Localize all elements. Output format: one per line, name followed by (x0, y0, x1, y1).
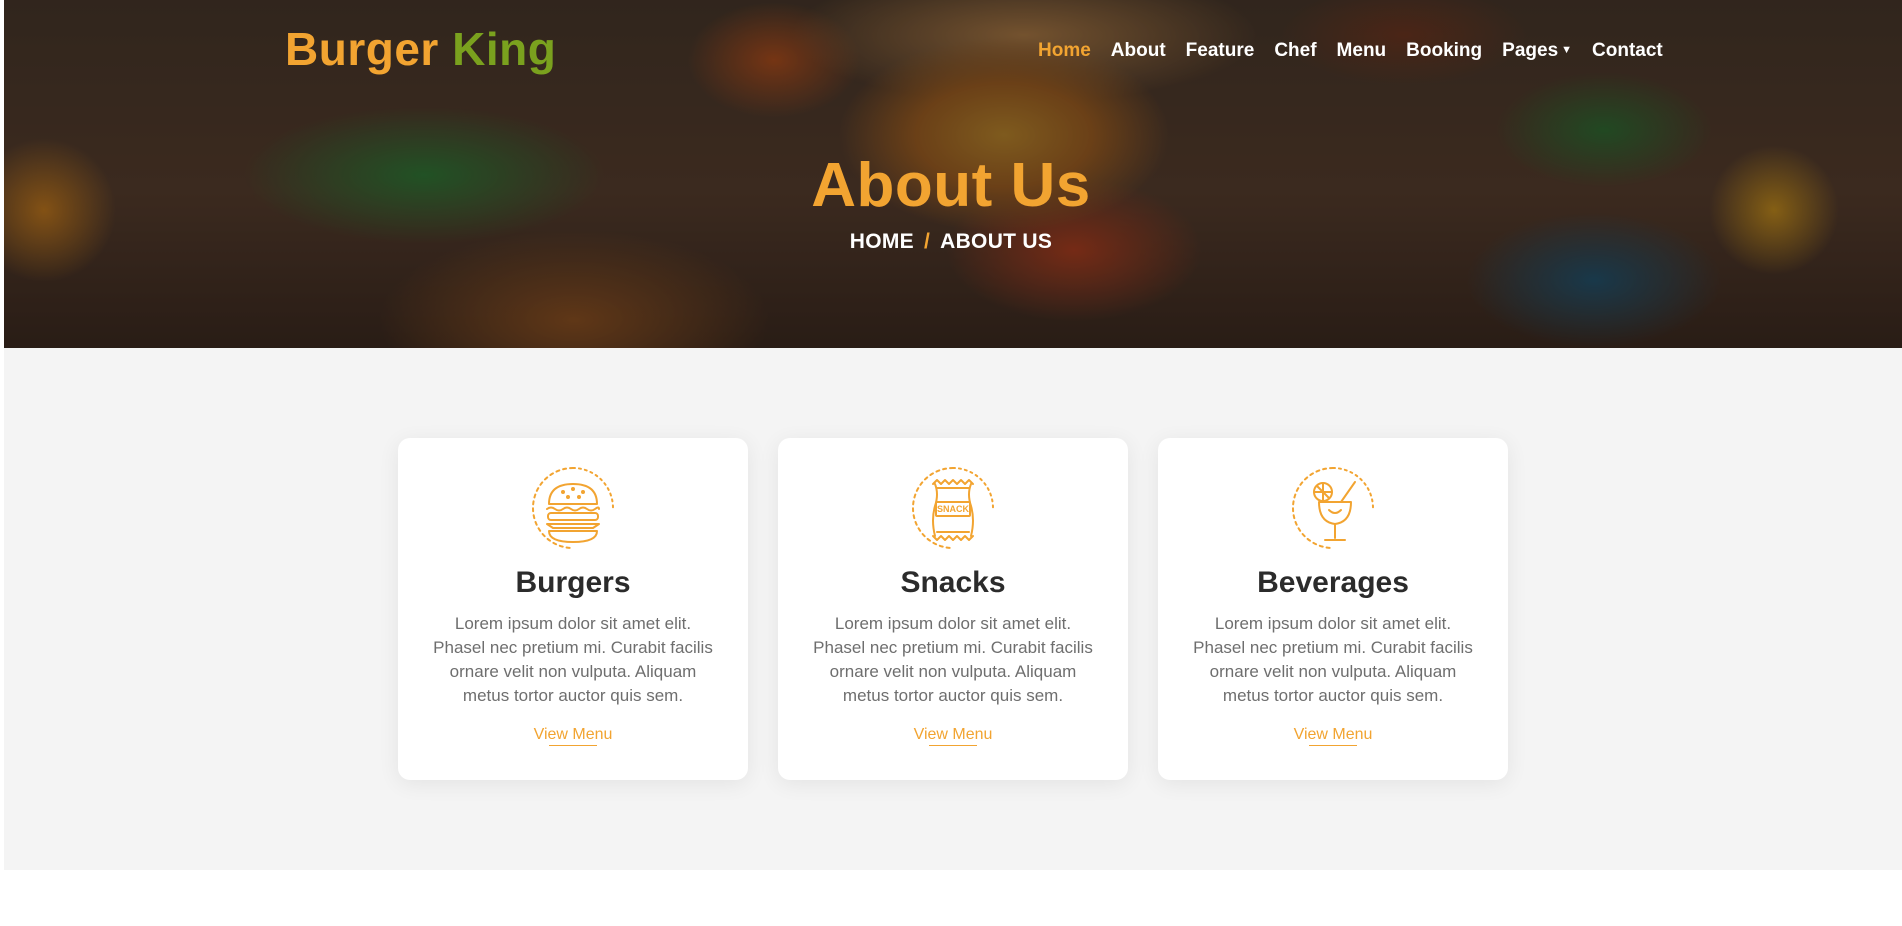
breadcrumb-home[interactable]: HOME (850, 230, 914, 253)
page-title: About Us (811, 151, 1091, 220)
burger-icon (532, 467, 614, 549)
card-title: Burgers (515, 566, 631, 599)
card-title: Snacks (900, 566, 1006, 599)
brand-name-part2: King (452, 23, 557, 75)
view-menu-label: View Menu (914, 726, 992, 746)
category-card-snacks: SNACK Snacks Lorem ipsum dolor sit amet … (778, 438, 1128, 780)
menu-categories-section: Burgers Lorem ipsum dolor sit amet elit.… (4, 348, 1902, 870)
category-card-burgers: Burgers Lorem ipsum dolor sit amet elit.… (398, 438, 748, 780)
view-menu-label: View Menu (534, 726, 612, 746)
snack-icon: SNACK (912, 467, 994, 549)
nav-pages-label: Pages (1502, 40, 1559, 61)
view-menu-label: View Menu (1294, 726, 1372, 746)
snack-icon-label: SNACK (937, 504, 970, 514)
brand-name-part1: Burger (285, 23, 439, 75)
card-description: Lorem ipsum dolor sit amet elit. Phasel … (813, 614, 1093, 705)
nav-menu[interactable]: Menu (1327, 38, 1397, 64)
view-menu-link[interactable]: View Menu (778, 726, 1128, 746)
nav-booking[interactable]: Booking (1396, 38, 1492, 64)
breadcrumb: HOME / ABOUT US (0, 230, 1902, 254)
nav-feature[interactable]: Feature (1176, 38, 1265, 64)
card-title: Beverages (1257, 566, 1409, 599)
view-menu-link[interactable]: View Menu (1158, 726, 1508, 746)
brand-logo[interactable]: Burger King (285, 22, 556, 76)
card-description: Lorem ipsum dolor sit amet elit. Phasel … (1193, 614, 1473, 705)
nav-about[interactable]: About (1101, 38, 1176, 64)
breadcrumb-separator: / (923, 230, 931, 253)
nav-home[interactable]: Home (1028, 38, 1101, 64)
caret-down-icon: ▼ (1561, 44, 1573, 56)
breadcrumb-current: ABOUT US (940, 230, 1053, 253)
view-menu-link[interactable]: View Menu (398, 726, 748, 746)
nav-pages-dropdown[interactable]: Pages ▼ (1492, 38, 1582, 64)
main-nav: Home About Feature Chef Menu Booking Pag… (1028, 38, 1673, 64)
card-description: Lorem ipsum dolor sit amet elit. Phasel … (433, 614, 713, 705)
category-card-beverages: Beverages Lorem ipsum dolor sit amet eli… (1158, 438, 1508, 780)
beverage-icon (1292, 467, 1374, 549)
nav-chef[interactable]: Chef (1264, 38, 1326, 64)
nav-contact[interactable]: Contact (1582, 38, 1673, 64)
